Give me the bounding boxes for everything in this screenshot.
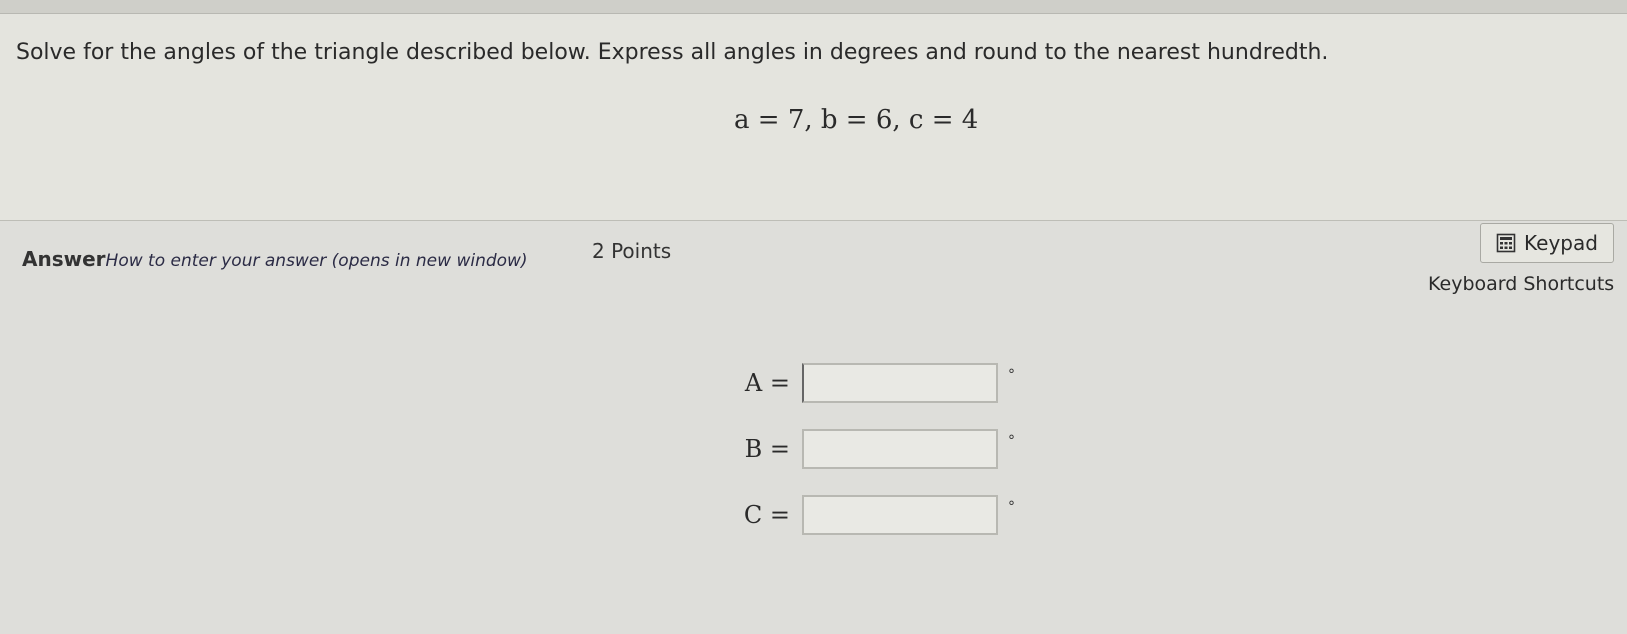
angle-a-row: A = ° — [722, 361, 1015, 405]
answer-panel: AnswerHow to enter your answer (opens in… — [0, 221, 1627, 634]
top-strip — [0, 0, 1627, 14]
angle-a-label: A = — [744, 369, 790, 397]
keypad-button[interactable]: Keypad — [1480, 223, 1614, 263]
question-prompt: Solve for the angles of the triangle des… — [16, 40, 1329, 65]
angle-c-degree-symbol: ° — [1008, 499, 1015, 515]
help-link[interactable]: How to enter your answer (opens in new w… — [106, 251, 528, 271]
angle-a-input[interactable] — [802, 363, 998, 403]
answer-header: AnswerHow to enter your answer (opens in… — [22, 247, 528, 271]
angle-c-input[interactable] — [802, 495, 998, 535]
answer-label: Answer — [22, 247, 106, 271]
triangle-sides-equation: a = 7, b = 6, c = 4 — [734, 105, 979, 135]
angle-b-row: B = ° — [722, 427, 1015, 471]
angle-b-degree-symbol: ° — [1008, 433, 1015, 449]
calculator-icon — [1496, 233, 1516, 253]
angle-b-label: B = — [744, 435, 790, 463]
points-value: 2 Points — [592, 239, 672, 263]
angle-b-input[interactable] — [802, 429, 998, 469]
angle-c-row: C = ° — [722, 493, 1015, 537]
keypad-label: Keypad — [1524, 231, 1598, 255]
question-panel: Solve for the angles of the triangle des… — [0, 14, 1627, 221]
angle-a-degree-symbol: ° — [1008, 367, 1015, 383]
angle-c-label: C = — [743, 501, 790, 529]
keyboard-shortcuts-link[interactable]: Keyboard Shortcuts — [1428, 273, 1614, 295]
